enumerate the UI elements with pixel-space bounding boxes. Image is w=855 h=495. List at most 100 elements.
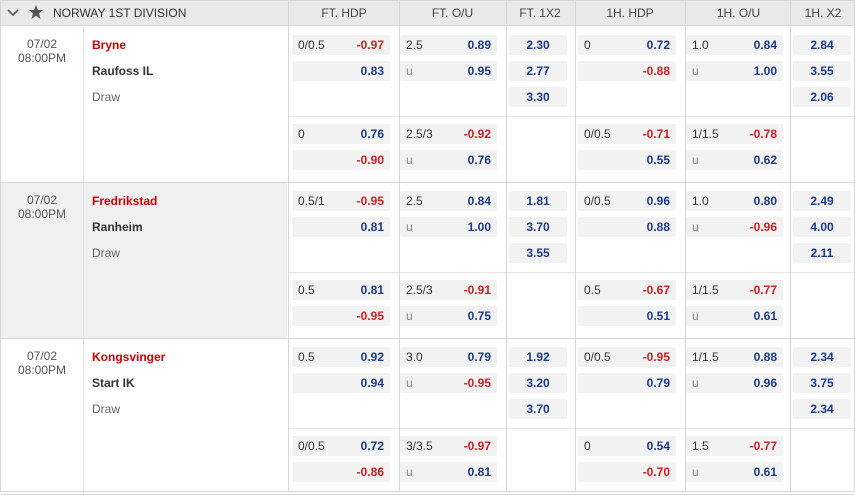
- ft-ou-home-odds[interactable]: 2.5 0.84: [400, 191, 497, 211]
- 1h-hdp-home-odds[interactable]: 0/0.5 -0.95: [578, 347, 676, 367]
- 1h-ou-away-odds[interactable]: u 0.96: [686, 373, 783, 393]
- ft-hdp-away-odds[interactable]: -0.86: [292, 462, 390, 482]
- 1h-hdp-home-odds[interactable]: 0/0.5 0.96: [578, 191, 676, 211]
- line-divider: [288, 116, 854, 117]
- ft-1x2-odds[interactable]: 3.30: [509, 87, 567, 107]
- ft-ou-away-odds[interactable]: u 0.75: [400, 306, 497, 326]
- ft-ou-home-odds[interactable]: 3/3.5 -0.97: [400, 436, 497, 456]
- 1h-ou-away-odds[interactable]: u 1.00: [686, 61, 783, 81]
- ft-ou-home-odds[interactable]: 2.5/3 -0.91: [400, 280, 497, 300]
- 1h-ou-home-odds[interactable]: 1/1.5 -0.77: [686, 280, 783, 300]
- ft-ou-home-odds[interactable]: 3.0 0.79: [400, 347, 497, 367]
- 1h-ou-under-label: u: [692, 153, 699, 167]
- 1h-ou-home-odds[interactable]: 1/1.5 -0.78: [686, 124, 783, 144]
- 1h-hdp-away-odds[interactable]: -0.88: [578, 61, 676, 81]
- ft-hdp-away-odds[interactable]: 0.83: [292, 61, 390, 81]
- ft-hdp-home-odds[interactable]: 0.5 0.92: [292, 347, 390, 367]
- ft-1x2-odds[interactable]: 3.55: [509, 243, 567, 263]
- ft-hdp-home-odds[interactable]: 0 0.76: [292, 124, 390, 144]
- 1h-hdp-home-odds[interactable]: 0/0.5 -0.71: [578, 124, 676, 144]
- ft-hdp-home-price: -0.95: [356, 194, 384, 208]
- ft-ou-away-odds[interactable]: u 0.95: [400, 61, 497, 81]
- ft-hdp-away-odds[interactable]: 0.94: [292, 373, 390, 393]
- star-icon[interactable]: [28, 4, 44, 20]
- 1h-x2-odds[interactable]: 2.49: [793, 191, 851, 211]
- column-separator: [685, 1, 686, 491]
- ft-1x2-odds[interactable]: 1.81: [509, 191, 567, 211]
- ft-1x2-odds[interactable]: 2.30: [509, 35, 567, 55]
- 1h-hdp-home-odds[interactable]: 0 0.72: [578, 35, 676, 55]
- ft-hdp-away-odds[interactable]: -0.90: [292, 150, 390, 170]
- 1h-x2-odds[interactable]: 2.06: [793, 87, 851, 107]
- ft-ou-home-price: -0.91: [463, 283, 491, 297]
- ft-ou-away-odds[interactable]: u -0.95: [400, 373, 497, 393]
- ft-1x2-odds[interactable]: 3.70: [509, 399, 567, 419]
- home-team[interactable]: Bryne: [92, 38, 126, 52]
- match-date: 07/02: [26, 349, 58, 363]
- 1h-ou-away-price: 0.61: [753, 309, 777, 323]
- 1h-ou-home-odds[interactable]: 1.0 0.84: [686, 35, 783, 55]
- 1h-x2-odds[interactable]: 2.34: [793, 399, 851, 419]
- home-team[interactable]: Fredrikstad: [92, 194, 157, 208]
- 1h-x2-odds[interactable]: 3.55: [793, 61, 851, 81]
- ft-ou-away-odds[interactable]: u 1.00: [400, 217, 497, 237]
- 1h-x2-odds[interactable]: 3.75: [793, 373, 851, 393]
- match-info: 07/02 08:00PM Fredrikstad Ranheim Draw: [1, 183, 287, 338]
- away-team[interactable]: Start IK: [92, 376, 135, 390]
- 1h-hdp-away-odds[interactable]: 0.88: [578, 217, 676, 237]
- 1h-ou-home-odds[interactable]: 1.5 -0.77: [686, 436, 783, 456]
- 1h-hdp-away-price: -0.88: [642, 64, 670, 78]
- ft-1x2-odds[interactable]: 2.77: [509, 61, 567, 81]
- ft-1x2-odds[interactable]: 3.20: [509, 373, 567, 393]
- 1h-hdp-home-odds[interactable]: 0 0.54: [578, 436, 676, 456]
- 1h-hdp-away-price: -0.70: [642, 465, 670, 479]
- ft-hdp-home-odds[interactable]: 0.5/1 -0.95: [292, 191, 390, 211]
- 1h-ou-away-odds[interactable]: u 0.61: [686, 306, 783, 326]
- 1h-x2-odds[interactable]: 2.84: [793, 35, 851, 55]
- ft-ou-home-odds[interactable]: 2.5/3 -0.92: [400, 124, 497, 144]
- 1h-hdp-away-price: 0.55: [646, 153, 670, 167]
- ft-1x2-odds[interactable]: 1.92: [509, 347, 567, 367]
- 1h-ou-away-odds[interactable]: u 0.61: [686, 462, 783, 482]
- ft-ou-away-odds[interactable]: u 0.81: [400, 462, 497, 482]
- 1h-x2-odds[interactable]: 2.11: [793, 243, 851, 263]
- 1h-hdp-home-odds[interactable]: 0.5 -0.67: [578, 280, 676, 300]
- 1h-hdp-away-odds[interactable]: 0.51: [578, 306, 676, 326]
- ft-1x2-odds[interactable]: 3.70: [509, 217, 567, 237]
- match-time: 08:00PM: [17, 207, 67, 221]
- 1h-x2-odds[interactable]: 2.34: [793, 347, 851, 367]
- 1h-x2-odds[interactable]: 4.00: [793, 217, 851, 237]
- home-team[interactable]: Kongsvinger: [92, 350, 165, 364]
- 1h-ou-home-price: 0.80: [753, 194, 777, 208]
- ft-hdp-home-odds[interactable]: 0/0.5 0.72: [292, 436, 390, 456]
- ft-ou-line: 2.5/3: [406, 127, 433, 141]
- 1h-hdp-line: 0/0.5: [584, 127, 611, 141]
- 1h-hdp-away-odds[interactable]: 0.79: [578, 373, 676, 393]
- 1h-ou-home-odds[interactable]: 1.0 0.80: [686, 191, 783, 211]
- ft-ou-under-label: u: [406, 153, 413, 167]
- odds-table: NORWAY 1ST DIVISION FT. HDP FT. O/U FT. …: [0, 0, 855, 495]
- 1h-hdp-away-price: 0.88: [646, 220, 670, 234]
- ft-hdp-home-odds[interactable]: 0.5 0.81: [292, 280, 390, 300]
- match-time: 08:00PM: [17, 363, 67, 377]
- ft-hdp-home-odds[interactable]: 0/0.5 -0.97: [292, 35, 390, 55]
- 1h-hdp-line: 0/0.5: [584, 350, 611, 364]
- 1h-hdp-away-odds[interactable]: -0.70: [578, 462, 676, 482]
- ft-hdp-home-price: -0.97: [356, 38, 384, 52]
- ft-ou-line: 2.5: [406, 194, 423, 208]
- 1h-hdp-line: 0/0.5: [584, 194, 611, 208]
- ft-hdp-line: 0.5: [298, 350, 315, 364]
- away-team[interactable]: Ranheim: [92, 220, 143, 234]
- 1h-ou-away-odds[interactable]: u 0.62: [686, 150, 783, 170]
- away-team[interactable]: Raufoss IL: [92, 64, 153, 78]
- ft-hdp-away-odds[interactable]: -0.95: [292, 306, 390, 326]
- ft-ou-away-odds[interactable]: u 0.76: [400, 150, 497, 170]
- 1h-ou-home-price: 0.84: [753, 38, 777, 52]
- 1h-ou-away-odds[interactable]: u -0.96: [686, 217, 783, 237]
- ft-hdp-away-price: 0.81: [360, 220, 384, 234]
- 1h-ou-home-odds[interactable]: 1/1.5 0.88: [686, 347, 783, 367]
- ft-hdp-away-odds[interactable]: 0.81: [292, 217, 390, 237]
- 1h-hdp-away-odds[interactable]: 0.55: [578, 150, 676, 170]
- chevron-down-icon[interactable]: [6, 5, 20, 21]
- ft-ou-home-odds[interactable]: 2.5 0.89: [400, 35, 497, 55]
